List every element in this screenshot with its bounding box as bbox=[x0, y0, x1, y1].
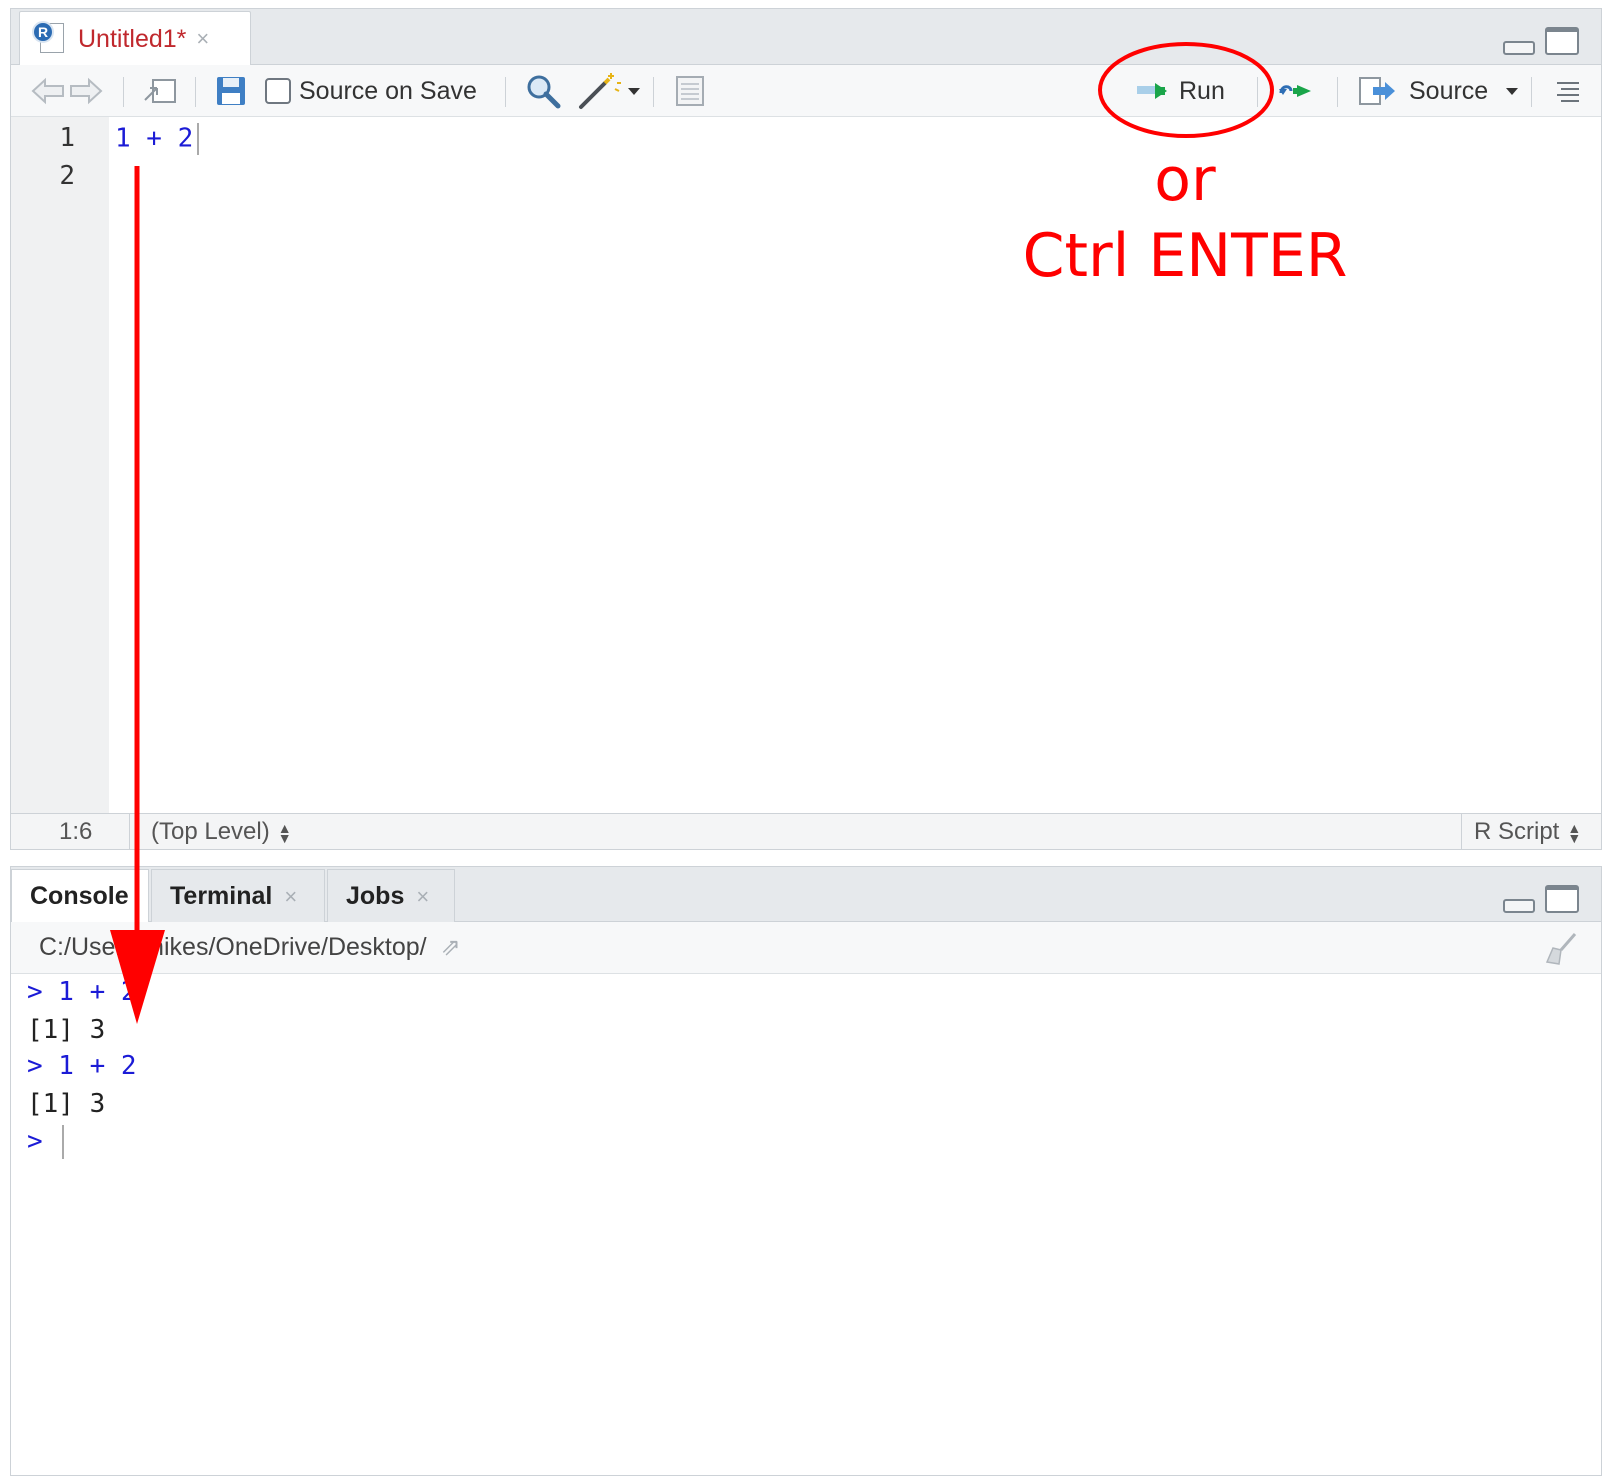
tab-label: Jobs bbox=[346, 882, 405, 910]
run-label: Run bbox=[1179, 76, 1225, 105]
code-line[interactable]: 1 + 2 bbox=[115, 123, 200, 155]
annotation-or: or bbox=[1154, 145, 1216, 215]
source-label: Source bbox=[1409, 76, 1489, 105]
console-output[interactable]: > 1 + 2 [1] 3 > 1 + 2 [1] 3 > bbox=[11, 975, 1601, 1475]
clear-console-broom-icon[interactable] bbox=[1545, 932, 1579, 966]
console-prompt[interactable]: > bbox=[27, 1125, 65, 1159]
close-icon[interactable]: × bbox=[284, 884, 297, 910]
scope-label: (Top Level) bbox=[151, 818, 270, 845]
r-file-icon: R bbox=[32, 21, 68, 57]
source-button[interactable]: Source bbox=[1357, 65, 1488, 117]
file-type-selector[interactable]: R Script ▲ ▼ bbox=[1461, 814, 1601, 850]
source-dropdown-chevron-icon[interactable] bbox=[1505, 65, 1519, 117]
notebook-icon[interactable] bbox=[675, 65, 705, 117]
editor-tabbar: R Untitled1* × bbox=[11, 9, 1601, 66]
line-number-gutter: 1 2 bbox=[11, 117, 109, 813]
tab-untitled1[interactable]: R Untitled1* × bbox=[19, 11, 251, 66]
document-outline-icon[interactable] bbox=[1555, 65, 1581, 117]
maximize-icon[interactable] bbox=[1545, 885, 1579, 913]
console-output-line: [1] 3 bbox=[27, 1089, 106, 1119]
source-file-icon bbox=[1359, 77, 1395, 105]
console-output-line: [1] 3 bbox=[27, 1015, 106, 1045]
up-down-icon: ▲ ▼ bbox=[277, 819, 292, 846]
run-arrow-icon bbox=[1137, 83, 1167, 99]
magic-wand-icon[interactable] bbox=[577, 65, 623, 117]
code-text: 1 + 2 bbox=[115, 123, 194, 154]
tab-console[interactable]: Console bbox=[11, 869, 149, 923]
source-on-save-label: Source on Save bbox=[299, 76, 477, 105]
text-cursor bbox=[62, 1125, 65, 1159]
tab-terminal[interactable]: Terminal × bbox=[151, 869, 325, 923]
source-on-save-checkbox[interactable]: Source on Save bbox=[265, 65, 477, 117]
editor-statusbar: 1:6 (Top Level) ▲ ▼ R Script ▲ ▼ bbox=[11, 813, 1601, 850]
maximize-icon[interactable] bbox=[1545, 27, 1579, 55]
search-icon[interactable] bbox=[525, 65, 561, 117]
tab-label: Console bbox=[30, 882, 129, 910]
checkbox[interactable] bbox=[265, 78, 291, 104]
text-cursor bbox=[197, 123, 200, 155]
close-icon[interactable]: × bbox=[196, 26, 209, 52]
cursor-position: 1:6 bbox=[59, 818, 93, 845]
console-input-line: > 1 + 2 bbox=[27, 1051, 137, 1081]
chevron-down-icon[interactable] bbox=[627, 65, 641, 117]
line-number: 2 bbox=[59, 161, 75, 191]
code-editor[interactable]: 1 2 1 + 2 bbox=[11, 117, 1601, 813]
minimize-icon[interactable] bbox=[1503, 41, 1535, 55]
working-directory-path: C:/Users/mikes/OneDrive/Desktop/ bbox=[39, 933, 427, 961]
show-in-window-icon[interactable] bbox=[141, 65, 179, 117]
console-tabbar: Console Terminal × Jobs × bbox=[11, 867, 1601, 923]
forward-arrow-icon[interactable] bbox=[69, 65, 103, 117]
rerun-icon[interactable] bbox=[1277, 65, 1321, 117]
minimize-icon[interactable] bbox=[1503, 899, 1535, 913]
source-editor-pane: R Untitled1* × Source on Save Run Source… bbox=[10, 8, 1602, 850]
line-number: 1 bbox=[59, 123, 75, 153]
tab-title: Untitled1* bbox=[78, 24, 187, 53]
go-to-directory-icon[interactable]: ⇗ bbox=[441, 933, 461, 962]
console-pane: Console Terminal × Jobs × C:/Users/mikes… bbox=[10, 866, 1602, 1476]
tab-label: Terminal bbox=[170, 882, 273, 910]
annotation-ctrl-enter: Ctrl ENTER bbox=[1022, 221, 1348, 291]
up-down-icon: ▲ ▼ bbox=[1567, 819, 1582, 846]
run-button[interactable]: Run bbox=[1135, 65, 1225, 117]
file-type-label: R Script bbox=[1474, 818, 1560, 845]
console-input-line: > 1 + 2 bbox=[27, 977, 137, 1007]
close-icon[interactable]: × bbox=[416, 884, 429, 910]
save-icon[interactable] bbox=[215, 65, 247, 117]
working-directory-bar: C:/Users/mikes/OneDrive/Desktop/ ⇗ bbox=[11, 922, 1601, 974]
back-arrow-icon[interactable] bbox=[31, 65, 65, 117]
editor-toolbar: Source on Save Run Source bbox=[11, 65, 1601, 117]
tab-jobs[interactable]: Jobs × bbox=[327, 869, 455, 923]
scope-selector[interactable]: (Top Level) ▲ ▼ bbox=[151, 818, 292, 846]
